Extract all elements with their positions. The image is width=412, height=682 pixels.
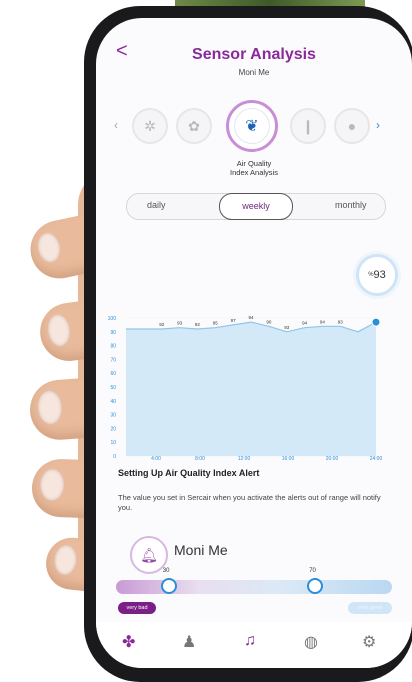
- y-tick-label: 100: [108, 316, 117, 322]
- y-tick-label: 20: [110, 426, 116, 432]
- y-tick-label: 70: [110, 357, 116, 363]
- data-label: 97: [231, 318, 237, 323]
- data-label: 90: [266, 319, 272, 324]
- y-tick-label: 60: [110, 371, 116, 377]
- device-subtitle: Moni Me: [238, 68, 270, 77]
- x-tick-label: 24:00: [370, 456, 383, 462]
- bacteria-icon[interactable]: ✲: [132, 108, 168, 144]
- device-name: Moni Me: [174, 542, 228, 558]
- chart-area-fill: [126, 322, 376, 456]
- range-low-handle[interactable]: [160, 578, 177, 594]
- data-label: 93: [177, 321, 183, 326]
- x-tick-label: 4:00: [151, 456, 161, 462]
- sensor-carousel: ‹ ✲ ✿ ❦ ❙ ● ›: [114, 98, 404, 152]
- x-tick-label: 16:00: [282, 456, 295, 462]
- range-slider[interactable]: 30 70: [116, 568, 392, 594]
- settings-icon[interactable]: ⚙: [362, 632, 376, 652]
- page-title: Sensor Analysis: [192, 46, 316, 63]
- sensor-label: Air Quality Index Analysis: [96, 159, 412, 177]
- droplet-icon[interactable]: ●: [334, 108, 370, 144]
- y-tick-label: 80: [110, 344, 116, 350]
- badge-value: 93: [373, 269, 386, 281]
- data-label: 94: [302, 321, 308, 326]
- bell-notification-icon[interactable]: ♫: [244, 632, 256, 650]
- leaf-icon[interactable]: ❦: [226, 100, 278, 152]
- data-label: 92: [195, 322, 201, 327]
- users-icon[interactable]: ♟: [182, 632, 196, 652]
- data-label: 92: [159, 322, 165, 327]
- tab-daily[interactable]: daily: [147, 200, 166, 210]
- very-bad-pill: very bad: [118, 602, 156, 614]
- alert-description: The value you set in Sercair when you ac…: [118, 493, 381, 512]
- data-label: 94: [320, 319, 326, 324]
- percent-badge: % 93: [356, 254, 398, 296]
- x-tick-label: 8:00: [195, 456, 205, 462]
- y-tick-label: 90: [110, 330, 116, 336]
- tab-monthly[interactable]: monthly: [335, 200, 367, 210]
- sensor-label-line1: Air Quality: [236, 159, 272, 168]
- data-label: 94: [248, 315, 254, 320]
- globe-icon[interactable]: ◍: [304, 632, 318, 652]
- app-screen: < Sensor Analysis Moni Me ‹ ✲ ✿ ❦ ❙ ● › …: [96, 18, 412, 668]
- chart-end-point: [371, 317, 381, 327]
- aqi-chart: 0 10 20 30 40 50 60 70 80 90 100 4:00 8:00 12:00 16:00…: [108, 315, 383, 462]
- range-high-label: 70: [309, 568, 316, 574]
- range-high-handle[interactable]: [307, 578, 324, 594]
- y-tick-label: 40: [110, 399, 116, 405]
- data-label: 93: [338, 319, 344, 324]
- bottom-nav: ✤ ♟ ♫ ◍ ⚙: [96, 622, 412, 668]
- y-tick-label: 0: [113, 454, 116, 460]
- tab-weekly[interactable]: weekly: [219, 193, 293, 220]
- grid-icon[interactable]: ✤: [122, 632, 135, 652]
- very-good-pill: very good: [348, 602, 392, 614]
- y-tick-label: 10: [110, 440, 116, 446]
- period-tabs: daily weekly monthly: [126, 193, 386, 220]
- sensor-label-line2: Index Analysis: [230, 168, 278, 177]
- data-label: 93: [284, 325, 290, 330]
- thermometer-icon[interactable]: ❙: [290, 108, 326, 144]
- carousel-prev-icon[interactable]: ‹: [114, 118, 118, 132]
- data-label: 95: [213, 321, 219, 326]
- x-tick-label: 12:00: [238, 456, 251, 462]
- x-tick-label: 20:00: [326, 456, 339, 462]
- alert-title: Setting Up Air Quality Index Alert: [118, 468, 260, 478]
- fan-icon[interactable]: ✿: [176, 108, 212, 144]
- y-tick-label: 50: [110, 385, 116, 391]
- range-low-label: 30: [162, 568, 170, 574]
- carousel-next-icon[interactable]: ›: [376, 118, 380, 132]
- y-tick-label: 30: [110, 413, 116, 419]
